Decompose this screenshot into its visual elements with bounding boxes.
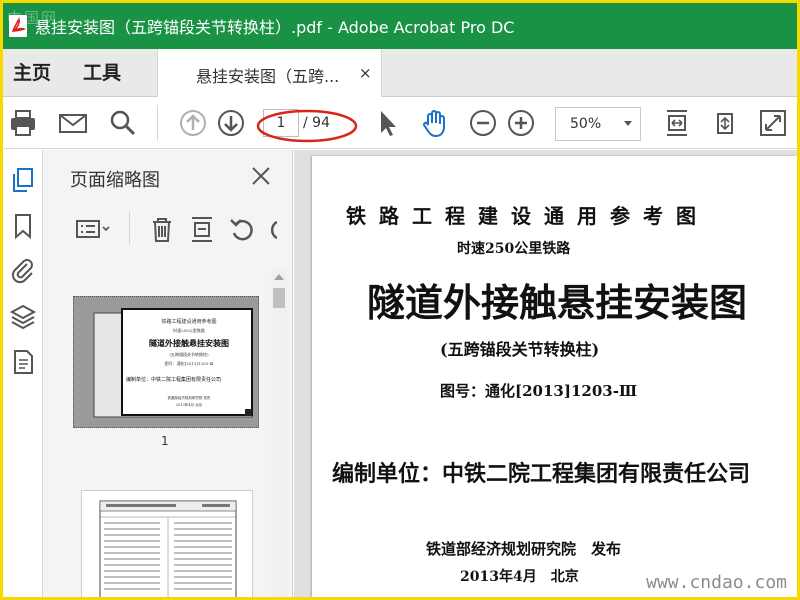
document-viewer[interactable]: 铁路工程建设通用参考图 时速250公里铁路 隧道外接触悬挂安装图 (五跨锚段关节… [294, 150, 797, 597]
publish-date: 2013年4月 北京 [460, 569, 579, 585]
extract-page-icon[interactable] [187, 214, 217, 244]
title-bar: 悬挂安装图（五跨锚段关节转换柱）.pdf - Adobe Acrobat Pro… [3, 3, 797, 49]
rotate-page-icon[interactable] [709, 107, 741, 139]
panel-title: 页面缩略图 [70, 170, 160, 191]
thumb-subtitle: (五跨锚段关节转换柱) [169, 351, 209, 357]
drawing-number: 图号：通化[2013]1203-Ⅲ [440, 382, 638, 400]
window-title: 悬挂安装图（五跨锚段关节转换柱）.pdf - Adobe Acrobat Pro… [35, 18, 515, 37]
layers-icon[interactable] [9, 302, 37, 330]
publisher: 铁道部经济规划研究院 发布 [426, 540, 622, 558]
bookmark-icon[interactable] [9, 212, 37, 240]
thumbnail-page-number: 1 [161, 434, 169, 448]
site-watermark: 中国网 [7, 9, 59, 27]
hand-tool-icon[interactable] [419, 107, 451, 139]
thumbnail-scrollbar[interactable] [271, 270, 287, 597]
select-cursor-icon[interactable] [371, 107, 403, 139]
fit-width-icon[interactable] [661, 107, 693, 139]
page-thumbnail-2-image [99, 500, 237, 597]
chevron-down-icon [624, 121, 632, 126]
panel-toolbar [43, 208, 293, 252]
next-page-icon[interactable] [215, 107, 247, 139]
page-thumbnail-1[interactable]: 铁路工程建设通用参考图 时速250公里铁路 隧道外接触悬挂安装图 (五跨锚段关节… [73, 296, 259, 428]
thumb-title: 隧道外接触悬挂安装图 [149, 338, 229, 348]
zoom-level-value: 50% [570, 116, 602, 132]
document-subtitle: (五跨锚段关节转换柱) [440, 340, 600, 359]
document-properties-icon[interactable] [9, 348, 37, 376]
scrollbar-thumb[interactable] [273, 288, 285, 308]
navigation-rail [3, 150, 43, 597]
close-panel-icon[interactable] [249, 164, 273, 188]
full-screen-icon[interactable] [757, 107, 789, 139]
annotation-ellipse [256, 109, 358, 143]
rotate-counterclockwise-icon[interactable] [227, 214, 257, 244]
thumb-compiler: 编制单位：中铁二院工程集团有限责任公司 [126, 376, 221, 383]
document-speed-class: 时速250公里铁路 [457, 241, 571, 257]
thumb-speed: 时速250公里铁路 [173, 327, 205, 333]
thumb-date: 2013年4月 北京 [176, 402, 203, 407]
tab-bar: 主页 工具 悬挂安装图（五跨... × [3, 49, 797, 97]
delete-page-icon[interactable] [147, 214, 177, 244]
document-tab-label: 悬挂安装图（五跨... [196, 67, 340, 86]
panel-divider [129, 212, 130, 244]
page-thumbnails-icon[interactable] [9, 166, 37, 194]
print-icon[interactable] [7, 107, 39, 139]
tab-home[interactable]: 主页 [13, 49, 51, 97]
rotate-clockwise-icon[interactable] [265, 214, 277, 244]
site-watermark-bottom: www.cndao.com [646, 572, 787, 593]
document-series: 铁路工程建设通用参考图 [346, 204, 709, 228]
compiling-unit: 编制单位：中铁二院工程集团有限责任公司 [332, 461, 751, 487]
email-icon[interactable] [57, 107, 89, 139]
acrobat-window: 悬挂安装图（五跨锚段关节转换柱）.pdf - Adobe Acrobat Pro… [3, 3, 797, 597]
search-icon[interactable] [107, 107, 139, 139]
thumbnail-options-icon[interactable] [75, 214, 110, 244]
zoom-out-icon[interactable] [467, 107, 499, 139]
pdf-page: 铁路工程建设通用参考图 时速250公里铁路 隧道外接触悬挂安装图 (五跨锚段关节… [312, 156, 797, 597]
attachment-icon[interactable] [9, 256, 37, 284]
previous-page-icon[interactable] [177, 107, 209, 139]
tab-document[interactable]: 悬挂安装图（五跨... × [157, 49, 382, 97]
toolbar-divider [157, 105, 158, 141]
page-thumbnail-1-image: 铁路工程建设通用参考图 时速250公里铁路 隧道外接触悬挂安装图 (五跨锚段关节… [93, 308, 253, 418]
scroll-up-icon[interactable] [274, 274, 284, 280]
zoom-in-icon[interactable] [505, 107, 537, 139]
page-thumbnail-2[interactable] [81, 490, 253, 597]
thumb-series: 铁路工程建设通用参考图 [161, 318, 216, 325]
thumb-publisher: 铁道部经济规划研究院 发布 [167, 395, 211, 400]
thumb-drawing-no: 图号：通化[2013]1203-Ⅲ [165, 360, 214, 366]
zoom-level-select[interactable]: 50% [555, 107, 641, 141]
document-title: 隧道外接触悬挂安装图 [367, 280, 748, 325]
page-thumbnails-panel: 页面缩略图 铁路工程建设通用参考图 时速250公里铁路 隧道外接触悬挂安装图 (… [43, 150, 293, 597]
close-tab-icon[interactable]: × [359, 64, 372, 82]
main-toolbar: / 94 50% [3, 97, 797, 149]
tab-tools[interactable]: 工具 [83, 49, 121, 97]
